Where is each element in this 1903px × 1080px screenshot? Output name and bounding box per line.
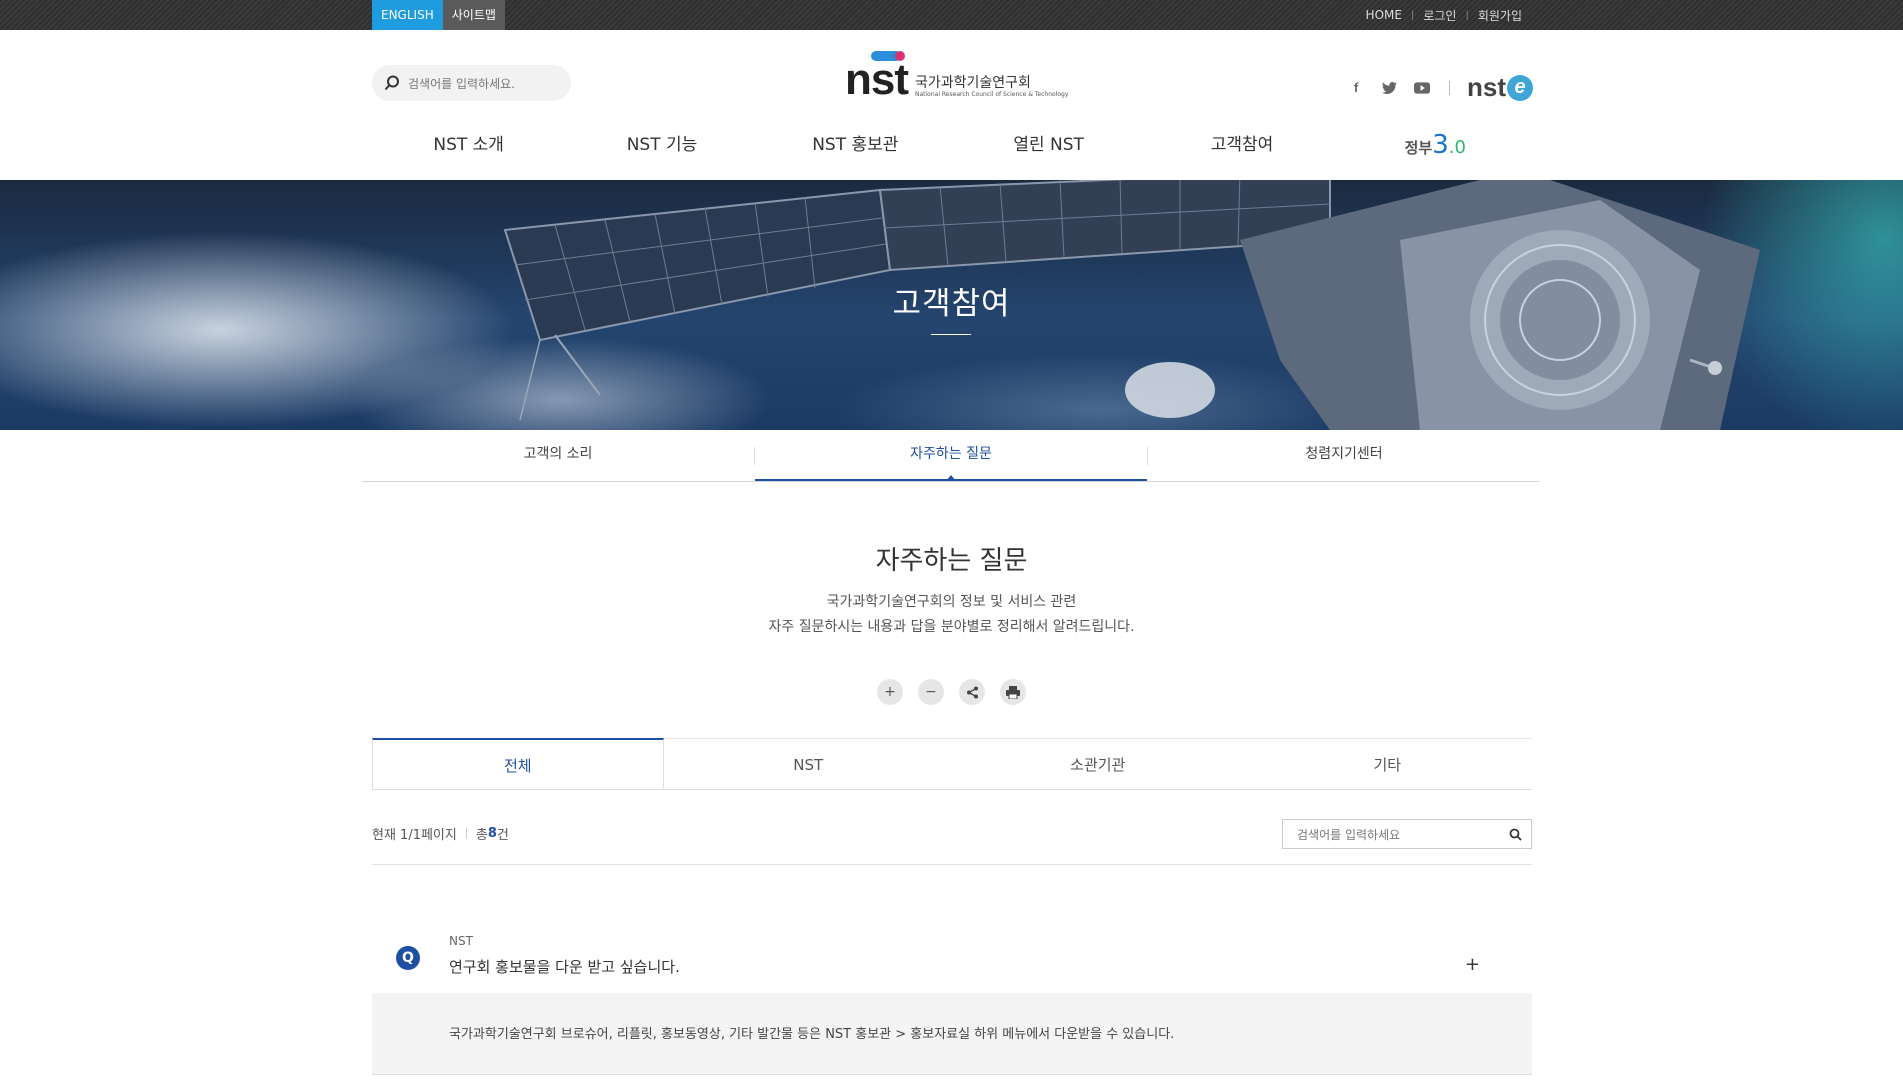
home-link[interactable]: HOME (1366, 8, 1402, 22)
social-links: f nst e (1348, 72, 1533, 103)
question-category: NST (449, 934, 473, 948)
nste-label: nst (1467, 72, 1506, 102)
logo-wordmark: nst (845, 55, 909, 104)
twitter-icon[interactable] (1381, 80, 1397, 96)
divider: | (1465, 9, 1469, 21)
facebook-icon[interactable]: f (1348, 80, 1364, 96)
nav-item-pr[interactable]: NST 홍보관 (759, 128, 952, 162)
expand-toggle-button[interactable]: + (1465, 954, 1480, 975)
logo-korean-name: 국가과학기술연구회 (915, 75, 1031, 91)
faq-answer-panel: 국가과학기술연구회 브로슈어, 리플릿, 홍보동영상, 기타 발간물 등은 NS… (372, 993, 1532, 1075)
page-tools: + − (877, 679, 1026, 705)
user-links: HOME | 로그인 | 회원가입 (1366, 0, 1522, 30)
page-info: 현재 1/1페이지 (372, 828, 457, 843)
gov-three: 3 (1432, 130, 1449, 160)
login-link[interactable]: 로그인 (1423, 7, 1456, 24)
search-icon[interactable] (1509, 828, 1522, 841)
logo-english-name: National Research Council of Science & T… (915, 91, 1069, 98)
gov-label: 정부 (1404, 139, 1433, 157)
answer-text: 국가과학기술연구회 브로슈어, 리플릿, 홍보동영상, 기타 발간물 등은 NS… (449, 1027, 1175, 1042)
question-badge: Q (396, 946, 420, 970)
tab-all[interactable]: 전체 (372, 738, 664, 789)
list-info: 현재 1/1페이지 총 8건 (372, 824, 509, 843)
header-search-input[interactable]: 검색어를 입력하세요. (372, 65, 571, 101)
divider (372, 864, 1532, 865)
nst-logo[interactable]: nst 국가과학기술연구회 National Research Council … (845, 48, 1068, 104)
tab-etc[interactable]: 기타 (1242, 738, 1532, 789)
page-description-line2: 자주 질문하시는 내용과 답을 분야별로 정리해서 알려드립니다. (768, 619, 1135, 635)
page-description-line1: 국가과학기술연구회의 정보 및 서비스 관련 (826, 594, 1077, 610)
faq-search-input[interactable]: 검색어를 입력하세요 (1282, 819, 1532, 849)
hero-underline (931, 334, 971, 335)
search-icon (384, 75, 399, 91)
zoom-out-button[interactable]: − (918, 679, 944, 705)
total-suffix: 건 (496, 828, 509, 843)
sitemap-link[interactable]: 사이트맵 (442, 0, 505, 30)
zoom-in-button[interactable]: + (877, 679, 903, 705)
divider (465, 828, 467, 839)
main-nav: NST 소개 NST 기능 NST 홍보관 열린 NST 고객참여 정부3.0 (372, 128, 1532, 162)
page-title: 자주하는 질문 (875, 546, 1028, 576)
tab-faq[interactable]: 자주하는 질문 (755, 430, 1147, 481)
join-link[interactable]: 회원가입 (1478, 7, 1522, 24)
share-button[interactable] (959, 679, 985, 705)
tab-affiliated[interactable]: 소관기관 (953, 738, 1243, 789)
faq-search-placeholder: 검색어를 입력하세요 (1297, 827, 1401, 842)
question-text: 연구회 홍보물을 다운 받고 싶습니다. (449, 958, 680, 976)
nav-item-customer[interactable]: 고객참여 (1145, 128, 1338, 162)
top-utility-bar: ENGLISH 사이트맵 HOME | 로그인 | 회원가입 (0, 0, 1903, 30)
nste-link[interactable]: nst e (1467, 72, 1533, 103)
share-icon (966, 686, 978, 698)
faq-question-row[interactable]: Q NST 연구회 홍보물을 다운 받고 싶습니다. + (372, 930, 1532, 993)
hero-title: 고객참여 (892, 286, 1011, 322)
nav-item-about[interactable]: NST 소개 (372, 128, 565, 162)
nav-item-gov30[interactable]: 정부3.0 (1339, 128, 1532, 162)
print-icon (1006, 685, 1020, 699)
total-count: 8 (487, 826, 497, 841)
sub-tabs: 고객의 소리 자주하는 질문 청렴지기센터 (362, 430, 1540, 482)
nste-e-icon: e (1507, 74, 1533, 101)
gov-zero: .0 (1448, 137, 1466, 158)
total-prefix: 총 (475, 828, 488, 843)
tab-nst[interactable]: NST (663, 738, 953, 789)
youtube-icon[interactable] (1414, 80, 1430, 96)
tab-integrity-center[interactable]: 청렴지기센터 (1148, 430, 1540, 481)
print-button[interactable] (1000, 679, 1026, 705)
english-link[interactable]: ENGLISH (372, 0, 443, 30)
nav-item-function[interactable]: NST 기능 (565, 128, 758, 162)
divider: | (1410, 9, 1415, 21)
language-links: ENGLISH 사이트맵 (372, 0, 505, 30)
page-description: 국가과학기술연구회의 정보 및 서비스 관련 자주 질문하시는 내용과 답을 분… (0, 590, 1903, 640)
hero-banner: 고객참여 (0, 180, 1903, 430)
search-placeholder: 검색어를 입력하세요. (408, 76, 515, 91)
tab-customer-voice[interactable]: 고객의 소리 (362, 430, 754, 481)
divider (1449, 80, 1450, 95)
nav-item-open[interactable]: 열린 NST (952, 128, 1145, 162)
category-tabs: 전체 NST 소관기관 기타 (372, 738, 1532, 790)
